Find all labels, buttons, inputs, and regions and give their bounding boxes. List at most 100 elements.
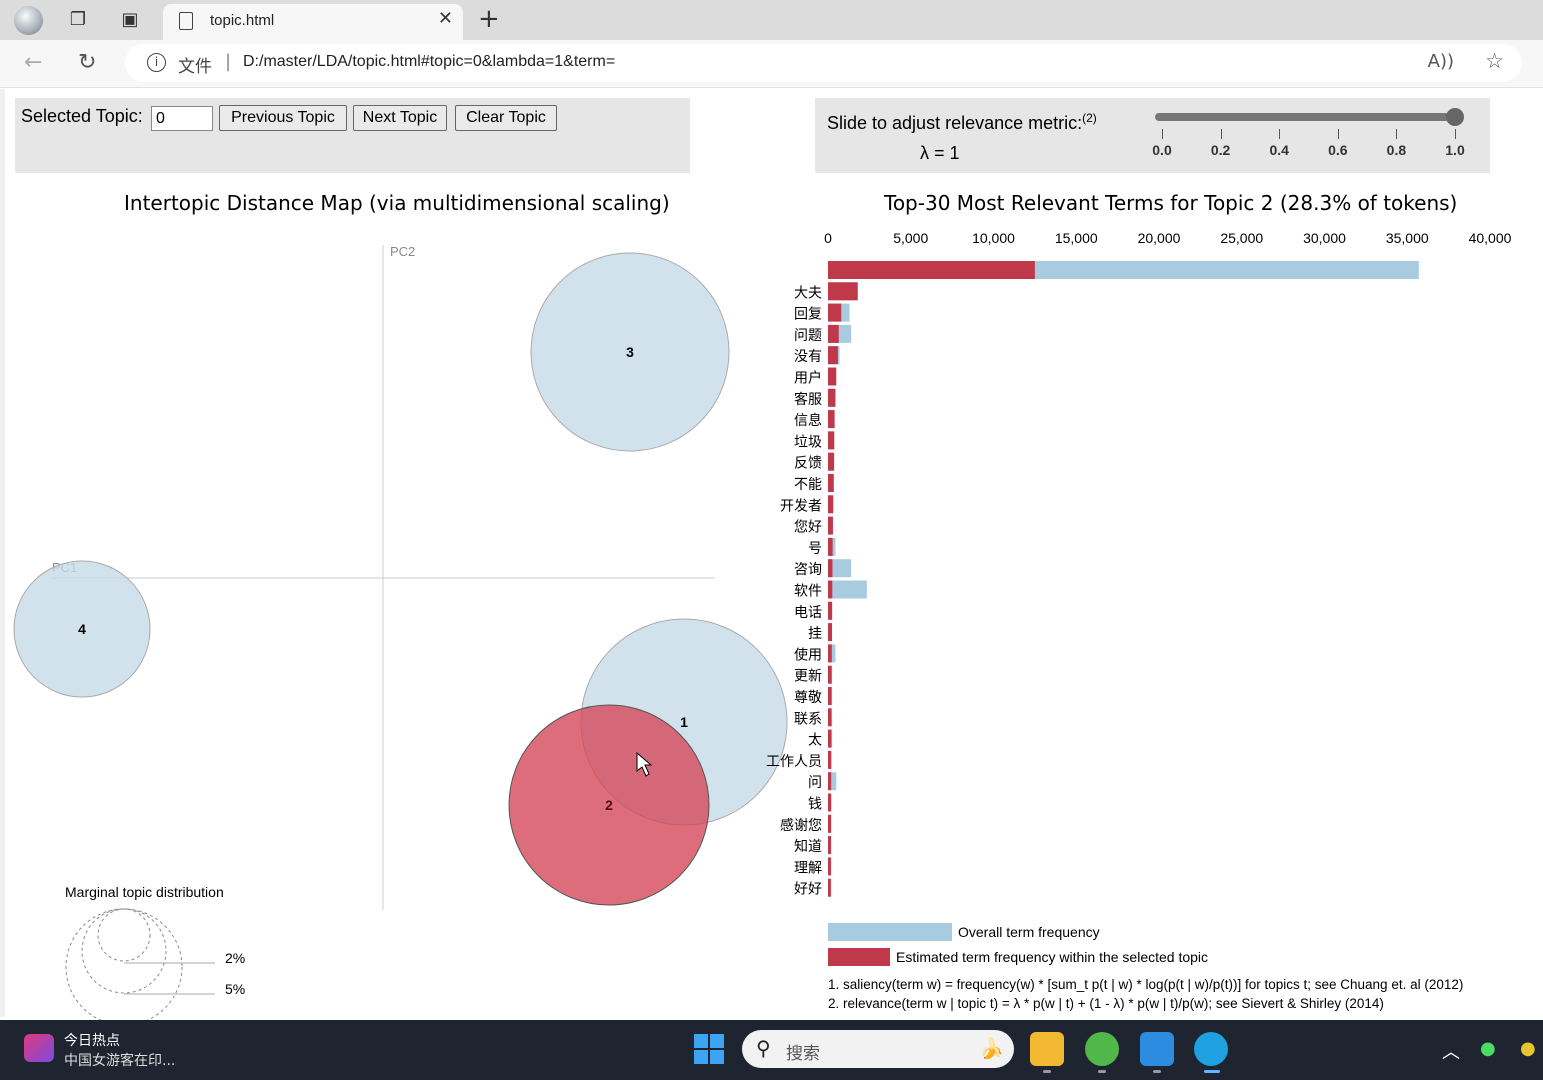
clear-topic-button[interactable]: Clear Topic [455,105,557,131]
topic-bar [828,580,833,599]
slider-tick-label: 0.2 [1210,142,1231,158]
browser-app-icon[interactable] [1085,1032,1119,1066]
address-bar[interactable]: i 文件 | D:/master/LDA/topic.html#topic=0&… [125,44,1522,82]
file-explorer-icon[interactable] [1030,1032,1064,1066]
url-separator: | [225,51,232,72]
vscode-icon[interactable] [1140,1032,1174,1066]
topic-bar [828,665,832,684]
browser-nav-bar: ← ↻ i 文件 | D:/master/LDA/topic.html#topi… [0,40,1543,88]
intertopic-map: PC2 PC1 3 4 1 2 Marginal topic distribut… [13,244,788,1020]
read-aloud-icon[interactable]: A)) [1428,51,1454,72]
lambda-value: λ = 1 [920,143,960,163]
marginal-circle-small [97,908,151,962]
topic-bar [828,878,831,897]
term-label: 垃圾 [794,433,822,449]
topic-bar [828,367,837,386]
running-indicator [1098,1070,1106,1073]
term-label: 大夫 [794,284,822,300]
term-label: 问 [808,774,822,790]
term-label: 好好 [794,881,822,897]
slider-tick-label: 0.0 [1152,142,1172,158]
url-text[interactable]: D:/master/LDA/topic.html#topic=0&lambda=… [243,53,615,71]
slider-tick-label: 0.8 [1386,142,1407,158]
topic-bar [828,836,831,855]
footnote: 2. relevance(term w | topic t) = λ * p(w… [828,996,1384,1011]
topic-bar [828,687,832,705]
topic-bar [828,474,834,492]
x-tick-label: 40,000 [1469,230,1512,246]
news-subtitle[interactable]: 中国女游客在印... [64,1050,175,1070]
topic-bar [828,772,832,791]
x-tick-label: 5,000 [893,230,928,246]
intertopic-title: Intertopic Distance Map (via multidimens… [124,191,670,215]
term-label: 联系 [794,710,822,726]
term-label: 信息 [794,412,822,428]
topic-label-4: 4 [78,621,86,637]
topic-bar [828,495,834,514]
overall-bar [828,580,867,599]
topic-bar [828,303,842,322]
profile-avatar[interactable] [14,6,43,35]
topic-bar [828,410,835,429]
next-topic-button[interactable]: Next Topic [353,105,447,131]
term-label: 客服 [794,391,822,407]
topic-bar [828,793,832,812]
legend-topic-label: Estimated term frequency within the sele… [896,949,1208,965]
slider-tick [1162,129,1163,139]
tray-app-icon[interactable]: ● [1520,1038,1536,1059]
topic-label-3: 3 [626,344,634,360]
topic-controls: Selected Topic: Previous Topic Next Topi… [15,98,690,173]
edge-icon[interactable] [1194,1032,1228,1066]
slider-tick [1337,129,1339,139]
term-label: 号 [808,540,822,556]
x-tick-label: 0 [824,230,832,246]
security-label: 文件 [178,57,212,77]
relevance-slider-track[interactable] [1155,113,1455,121]
topic-bar [828,559,833,578]
pc2-label: PC2 [390,244,415,259]
term-label: 感谢您 [780,817,822,833]
relevance-label: Slide to adjust relevance metric:(2) [827,111,1097,133]
info-icon[interactable]: i [147,53,166,72]
x-tick-label: 30,000 [1303,230,1346,246]
taskbar-search[interactable]: ⚲ 搜索 🍌 [742,1030,1014,1068]
browser-tab[interactable]: topic.html ✕ [163,4,463,40]
wechat-icon[interactable]: ● [1480,1038,1496,1059]
windows-start-icon[interactable] [694,1034,724,1064]
refresh-icon[interactable]: ↻ [78,50,96,75]
term-label: 工作人员 [766,753,822,769]
term-label: 开发者 [780,497,822,513]
topic-label-1: 1 [680,714,688,730]
topic-bar [828,431,835,450]
marginal-circle-medium [81,908,167,994]
topic-bar [828,708,832,727]
topic-bar [828,452,835,471]
term-label: 知道 [794,838,822,854]
term-label: 更新 [794,668,822,684]
tab-title: topic.html [210,12,275,29]
vertical-tabs-icon[interactable]: ▣ [118,8,142,32]
term-label: 不能 [794,476,822,492]
news-title[interactable]: 今日热点 [64,1030,120,1050]
slider-tick-label: 0.6 [1328,142,1348,158]
workspaces-icon[interactable]: ❐ [66,8,90,32]
previous-topic-button[interactable]: Previous Topic [219,105,347,131]
relevance-controls: Slide to adjust relevance metric:(2) λ =… [815,98,1490,173]
slider-tick-label: 1.0 [1445,142,1465,158]
topic-bar [828,282,858,301]
search-icon: ⚲ [756,1036,771,1060]
topic-bar [828,388,836,407]
term-label: 反馈 [794,455,822,471]
topic-bar [828,729,832,748]
marginal-distribution-title: Marginal topic distribution [65,884,224,900]
close-tab-icon[interactable]: ✕ [438,8,453,29]
active-indicator [1204,1070,1220,1073]
favorite-star-icon[interactable]: ☆ [1485,49,1504,73]
tray-chevron-icon[interactable]: ︿ [1442,1038,1460,1064]
new-tab-button[interactable]: + [478,4,500,34]
slider-tick [1220,129,1222,139]
back-arrow-icon[interactable]: ← [24,50,42,75]
relevance-slider-handle[interactable] [1446,108,1464,126]
news-widget-icon[interactable] [24,1034,54,1062]
selected-topic-input[interactable] [151,106,213,131]
